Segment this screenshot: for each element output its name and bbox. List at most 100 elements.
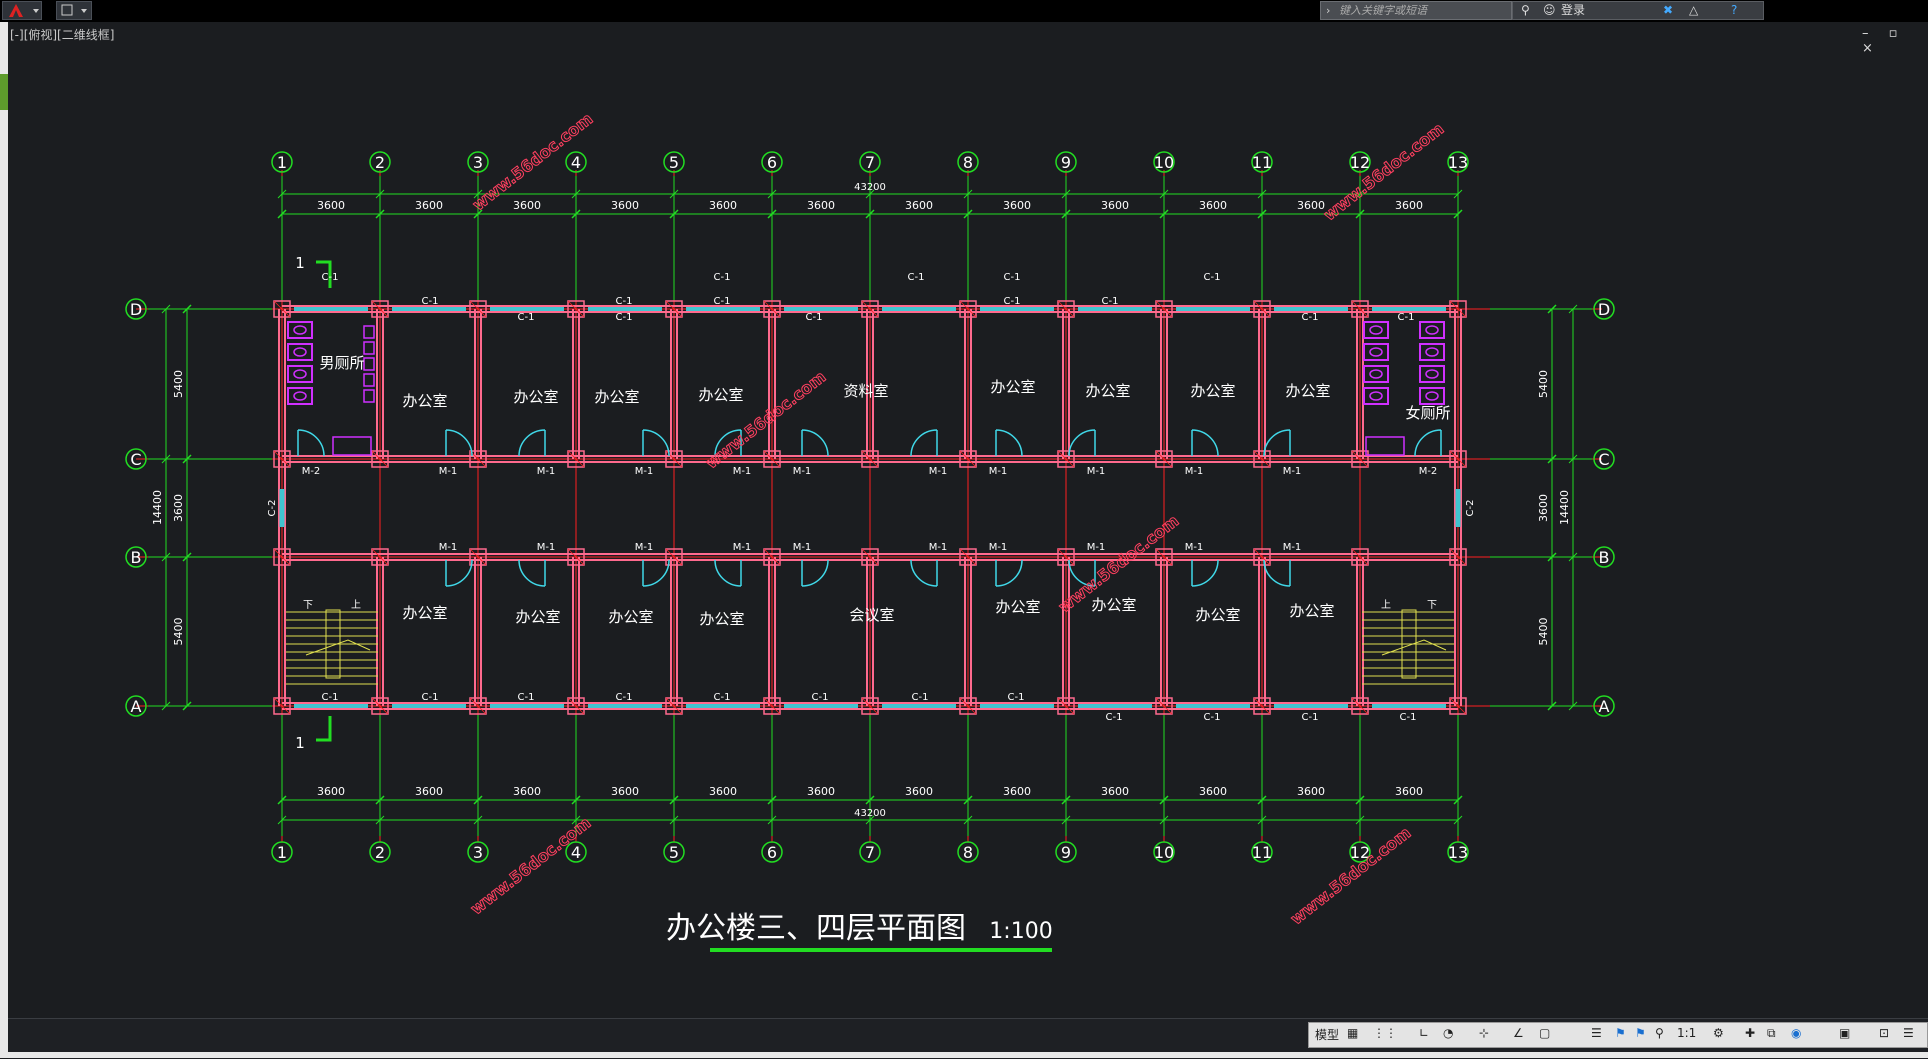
- lineweight-icon[interactable]: ☰: [1591, 1026, 1602, 1040]
- stair-up-label: 上: [351, 599, 361, 611]
- window-tag: C-1: [812, 692, 829, 703]
- room-label: 女厕所: [1405, 404, 1450, 422]
- clean-screen-icon[interactable]: ⊡: [1879, 1026, 1889, 1040]
- door-tag: M-1: [793, 466, 812, 477]
- window-tag: C-1: [1400, 712, 1417, 723]
- room-label: 资料室: [843, 382, 888, 400]
- bay-dimension: 3600: [1395, 199, 1423, 212]
- window-tag: C-1: [1204, 272, 1221, 283]
- gear-icon[interactable]: ⚙: [1713, 1026, 1724, 1040]
- ortho-icon[interactable]: ∟: [1419, 1026, 1429, 1040]
- toilet-stall: [1363, 387, 1389, 405]
- toilet-bowl: [1425, 347, 1439, 357]
- isolate-icon[interactable]: ◉: [1791, 1026, 1801, 1040]
- axis-bubble-bottom: 4: [571, 843, 581, 862]
- room-label: 办公室: [402, 604, 447, 622]
- annoscale-icon[interactable]: ⚲: [1655, 1026, 1664, 1040]
- annotation-scale[interactable]: 1:1: [1677, 1026, 1696, 1040]
- door-tag: M-1: [1283, 542, 1302, 553]
- door-tag: M-1: [439, 466, 458, 477]
- toilet-stall: [1419, 387, 1445, 405]
- bay-dimension: 3600: [1003, 199, 1031, 212]
- door-m1: [642, 559, 670, 587]
- room-label: 办公室: [1285, 382, 1330, 400]
- section-mark-label: 1: [295, 254, 305, 272]
- plus-icon[interactable]: ✚: [1745, 1026, 1755, 1040]
- door-m1: [714, 559, 742, 587]
- bay-dimension: 3600: [807, 785, 835, 798]
- room-label: 办公室: [1085, 382, 1130, 400]
- door-m1: [445, 559, 473, 587]
- osnap-icon[interactable]: ⊹: [1479, 1026, 1489, 1040]
- help-icon[interactable]: ?: [1731, 2, 1737, 19]
- axis-bubble-top: 10: [1154, 153, 1174, 172]
- axis-bubble-right: A: [1599, 697, 1610, 716]
- stair-up-label: 上: [1381, 599, 1391, 611]
- title-bar: 键入关键字或短语 ⚲ ☺ 登录 ✖ △ ?: [0, 0, 1928, 22]
- axis-bubble-bottom: 13: [1448, 843, 1468, 862]
- window-tag: C-1: [1004, 272, 1021, 283]
- toilet-stall: [1363, 321, 1389, 339]
- grid-icon[interactable]: ▦: [1347, 1026, 1358, 1040]
- stair-down-label: 下: [1427, 600, 1437, 611]
- axis-bubble-top: 7: [865, 153, 875, 172]
- total-dimension: 14400: [151, 490, 164, 525]
- axis-bubble-bottom: 8: [963, 843, 973, 862]
- annotation-visibility-icon[interactable]: ⚑: [1635, 1026, 1646, 1040]
- axis-bubble-right: B: [1599, 548, 1610, 567]
- quick-access-button[interactable]: [56, 1, 92, 20]
- bay-dimension: 5400: [1537, 370, 1550, 398]
- binoculars-icon[interactable]: ⚲: [1521, 2, 1530, 19]
- window-tag: C-1: [422, 692, 439, 703]
- toilet-bowl: [293, 369, 307, 379]
- autodesk-icon[interactable]: △: [1689, 2, 1698, 19]
- urinal: [363, 357, 375, 371]
- window-tag: C-1: [806, 312, 823, 323]
- room-label: 办公室: [995, 598, 1040, 616]
- toilet-stall: [287, 343, 313, 361]
- login-bar[interactable]: ⚲ ☺ 登录 ✖ △ ?: [1512, 1, 1764, 20]
- door-m1: [995, 429, 1023, 457]
- menu-icon[interactable]: ☰: [1903, 1026, 1914, 1040]
- window-tag: C-2: [267, 500, 278, 517]
- axis-bubble-bottom: 1: [277, 843, 287, 862]
- bay-dimension: 3600: [317, 785, 345, 798]
- stair-east: [1362, 609, 1454, 685]
- door-tag: M-1: [929, 542, 948, 553]
- door-tag: M-1: [733, 542, 752, 553]
- toilet-stall: [287, 321, 313, 339]
- room-label: 男厕所: [319, 354, 364, 372]
- floor-plan-drawing[interactable]: 下上上下1122334455667788991010111112121313D D…: [8, 22, 1928, 1018]
- washbasin: [1365, 436, 1405, 456]
- hardware-icon[interactable]: ▣: [1839, 1026, 1850, 1040]
- room-label: 办公室: [1195, 606, 1240, 624]
- bay-dimension: 3600: [1297, 785, 1325, 798]
- angle-icon[interactable]: ∠: [1513, 1026, 1524, 1040]
- door-tag: M-1: [1087, 542, 1106, 553]
- window-tag: C-1: [714, 272, 731, 283]
- window-tag: C-1: [518, 692, 535, 703]
- snap-icon[interactable]: ⋮⋮: [1373, 1026, 1397, 1040]
- toilet-stall: [1419, 321, 1445, 339]
- window-tag: C-1: [322, 272, 339, 283]
- model-tab[interactable]: 模型: [1315, 1026, 1339, 1043]
- window-tag: C-1: [322, 692, 339, 703]
- bay-dimension: 3600: [415, 785, 443, 798]
- toilet-bowl: [1425, 391, 1439, 401]
- object-snap-icon[interactable]: ▢: [1539, 1026, 1550, 1040]
- app-menu-button[interactable]: [2, 1, 42, 20]
- bay-dimension: 3600: [1199, 199, 1227, 212]
- window-tag: C-1: [616, 296, 633, 307]
- left-edge: [0, 22, 8, 1058]
- door-m1: [445, 429, 473, 457]
- search-input[interactable]: 键入关键字或短语: [1320, 1, 1512, 20]
- axis-bubble-top: 1: [277, 153, 287, 172]
- exchange-icon[interactable]: ✖: [1663, 2, 1673, 19]
- annotation-icon[interactable]: ⚑: [1615, 1026, 1626, 1040]
- polar-icon[interactable]: ◔: [1443, 1026, 1453, 1040]
- bay-dimension: 5400: [172, 370, 185, 398]
- door-tag: M-1: [635, 542, 654, 553]
- door-m1: [1191, 429, 1219, 457]
- login-label[interactable]: 登录: [1561, 2, 1585, 19]
- workspace-icon[interactable]: ⧉: [1767, 1026, 1776, 1041]
